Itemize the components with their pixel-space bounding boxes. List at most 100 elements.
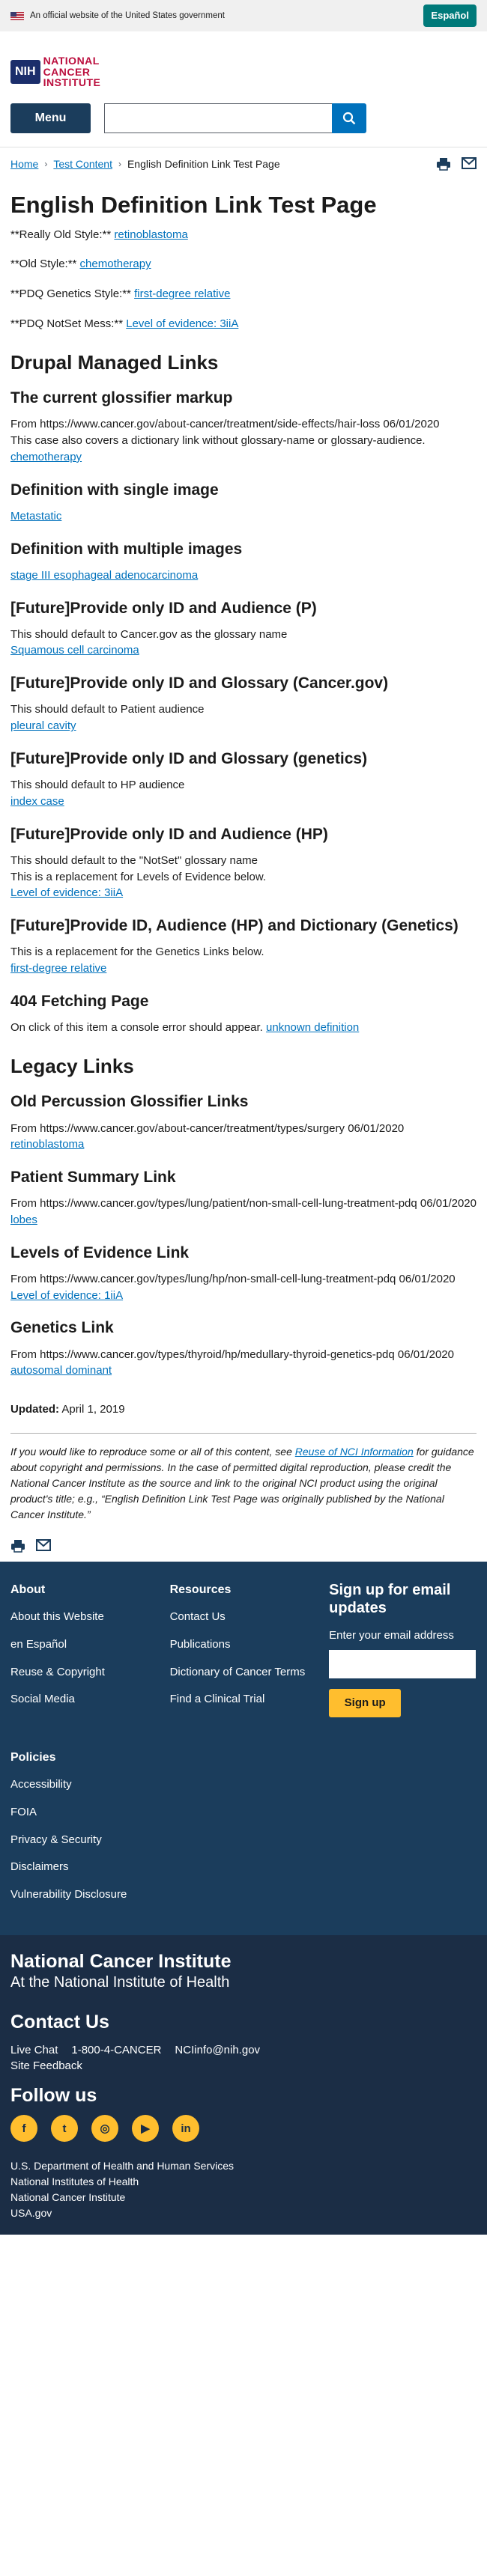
agency-link[interactable]: USA.gov <box>10 2205 477 2221</box>
espanol-button[interactable]: Español <box>423 4 477 28</box>
reuse-link[interactable]: Reuse of NCI Information <box>295 1446 414 1458</box>
definition-link[interactable]: chemotherapy <box>80 258 151 270</box>
style-line: **Really Old Style:** retinoblastoma <box>10 227 477 243</box>
definition-link[interactable]: autosomal dominant <box>10 1364 112 1377</box>
search-button[interactable] <box>332 103 366 134</box>
agency-link[interactable]: National Institutes of Health <box>10 2174 477 2190</box>
definition-link[interactable]: index case <box>10 795 64 808</box>
subsection-heading: [Future]Provide only ID and Glossary (Ca… <box>10 675 389 692</box>
linkedin-icon[interactable]: in <box>172 2115 199 2143</box>
breadcrumb-current: English Definition Link Test Page <box>127 158 280 171</box>
section-text: From https://www.cancer.gov/about-cancer… <box>10 418 440 431</box>
agency-link[interactable]: National Cancer Institute <box>10 2190 477 2205</box>
subsection-heading: [Future]Provide only ID and Audience (P) <box>10 599 317 617</box>
subsection-heading: The current glossifier markup <box>10 389 233 407</box>
section-heading: Drupal Managed Links <box>10 350 219 374</box>
footer-link[interactable]: Social Media <box>10 1691 170 1708</box>
footer-nci-name: National Cancer Institute <box>10 1950 232 1972</box>
footer-link[interactable]: Publications <box>170 1636 330 1653</box>
link-section: [Future]Provide only ID and Audience (P)… <box>10 599 477 660</box>
definition-link[interactable]: Level of evidence: 3iiA <box>126 317 238 330</box>
definition-link[interactable]: Level of evidence: 3iiA <box>10 886 123 899</box>
print-icon[interactable] <box>10 1539 25 1553</box>
twitter-icon[interactable]: t <box>51 2115 78 2143</box>
definition-link[interactable]: first-degree relative <box>134 287 230 300</box>
link-section: [Future]Provide only ID and Glossary (Ca… <box>10 674 477 734</box>
email-field[interactable] <box>329 1649 477 1678</box>
section-text: This should default to HP audience <box>10 779 185 792</box>
style-label: **PDQ Genetics Style:** <box>10 287 131 301</box>
definition-link[interactable]: chemotherapy <box>10 451 82 463</box>
site-feedback-link[interactable]: Site Feedback <box>10 2058 477 2074</box>
reproduce-notice: If you would like to reproduce some or a… <box>10 1444 477 1523</box>
footer-link[interactable]: Contact Us <box>170 1609 330 1625</box>
email-icon[interactable] <box>36 1538 51 1551</box>
definition-link[interactable]: first-degree relative <box>10 962 106 975</box>
section-text: This case also covers a dictionary link … <box>10 434 426 448</box>
header-nav: Menu <box>0 97 487 147</box>
section-text: On click of this item a console error sh… <box>10 1020 263 1034</box>
footer-link[interactable]: en Español <box>10 1636 170 1653</box>
email-label: Enter your email address <box>329 1628 454 1642</box>
email-icon[interactable] <box>462 157 477 170</box>
agency-link[interactable]: U.S. Department of Health and Human Serv… <box>10 2158 477 2174</box>
footer-link[interactable]: Reuse & Copyright <box>10 1664 170 1681</box>
definition-link[interactable]: Level of evidence: 1iiA <box>10 1289 123 1302</box>
page-title: English Definition Link Test Page <box>10 192 377 219</box>
social-links: f t ◎ ▶ in <box>10 2115 477 2143</box>
definition-link[interactable]: lobes <box>10 1214 37 1226</box>
footer-heading: Policies <box>10 1751 56 1764</box>
footer-link[interactable]: Find a Clinical Trial <box>170 1691 330 1708</box>
footer-link[interactable]: Dictionary of Cancer Terms <box>170 1664 330 1681</box>
footer-link[interactable]: Vulnerability Disclosure <box>10 1887 477 1903</box>
link-section: [Future]Provide ID, Audience (HP) and Di… <box>10 916 477 977</box>
menu-button[interactable]: Menu <box>10 103 91 134</box>
print-icon[interactable] <box>436 157 451 171</box>
email-link[interactable]: NCIinfo@nih.gov <box>175 2042 260 2059</box>
chevron-right-icon: › <box>118 158 121 169</box>
section-text: From https://www.cancer.gov/types/lung/h… <box>10 1272 456 1285</box>
subsection-heading: Genetics Link <box>10 1319 114 1337</box>
agency-links: U.S. Department of Health and Human Serv… <box>10 2158 477 2221</box>
updated-value: April 1, 2019 <box>61 1403 125 1416</box>
footer-policies: Policies Accessibility FOIA Privacy & Se… <box>10 1749 477 1903</box>
signup-heading: Sign up for email updates <box>329 1581 451 1616</box>
live-chat-link[interactable]: Live Chat <box>10 2042 58 2059</box>
footer-heading: About <box>10 1583 46 1596</box>
share-tools <box>0 1523 487 1562</box>
footer-link[interactable]: Privacy & Security <box>10 1832 477 1848</box>
footer-link[interactable]: Disclaimers <box>10 1859 477 1875</box>
signup-button[interactable]: Sign up <box>329 1688 402 1717</box>
email-signup: Sign up for email updates Enter your ema… <box>329 1581 477 1719</box>
footer-link[interactable]: FOIA <box>10 1804 477 1821</box>
gov-banner: An official website of the United States… <box>0 0 487 31</box>
definition-link[interactable]: pleural cavity <box>10 719 76 732</box>
link-section: Definition with multiple images stage II… <box>10 540 477 584</box>
style-line: **PDQ Genetics Style:** first-degree rel… <box>10 286 477 302</box>
site-logo[interactable]: NIH NATIONAL CANCER INSTITUTE <box>0 31 487 97</box>
phone-link[interactable]: 1-800-4-CANCER <box>71 2042 161 2059</box>
instagram-icon[interactable]: ◎ <box>91 2115 118 2143</box>
definition-link[interactable]: retinoblastoma <box>10 1138 84 1151</box>
link-section: Definition with single image Metastatic <box>10 481 477 525</box>
subsection-heading: [Future]Provide only ID and Glossary (ge… <box>10 749 368 767</box>
facebook-icon[interactable]: f <box>10 2115 37 2143</box>
footer-link[interactable]: Accessibility <box>10 1776 477 1793</box>
style-line: **Old Style:** chemotherapy <box>10 256 477 272</box>
breadcrumb-test-content[interactable]: Test Content <box>53 156 112 171</box>
definition-link[interactable]: Squamous cell carcinoma <box>10 644 139 657</box>
breadcrumb-home[interactable]: Home <box>10 156 38 171</box>
updated-date: Updated: April 1, 2019 <box>10 1401 477 1418</box>
definition-link[interactable]: retinoblastoma <box>114 228 187 241</box>
footer-heading: Resources <box>169 1583 232 1596</box>
section-text: This should default to Patient audience <box>10 703 205 716</box>
youtube-icon[interactable]: ▶ <box>132 2115 159 2143</box>
definition-link[interactable]: stage III esophageal adenocarcinoma <box>10 569 198 582</box>
footer-link[interactable]: About this Website <box>10 1609 170 1625</box>
section-text: From https://www.cancer.gov/about-cancer… <box>10 1121 405 1135</box>
definition-link[interactable]: Metastatic <box>10 510 61 523</box>
us-flag-icon <box>10 11 24 20</box>
site-footer: About About this Website en Español Reus… <box>0 1561 487 1935</box>
search-input[interactable] <box>104 103 332 134</box>
definition-link[interactable]: unknown definition <box>266 1021 359 1034</box>
